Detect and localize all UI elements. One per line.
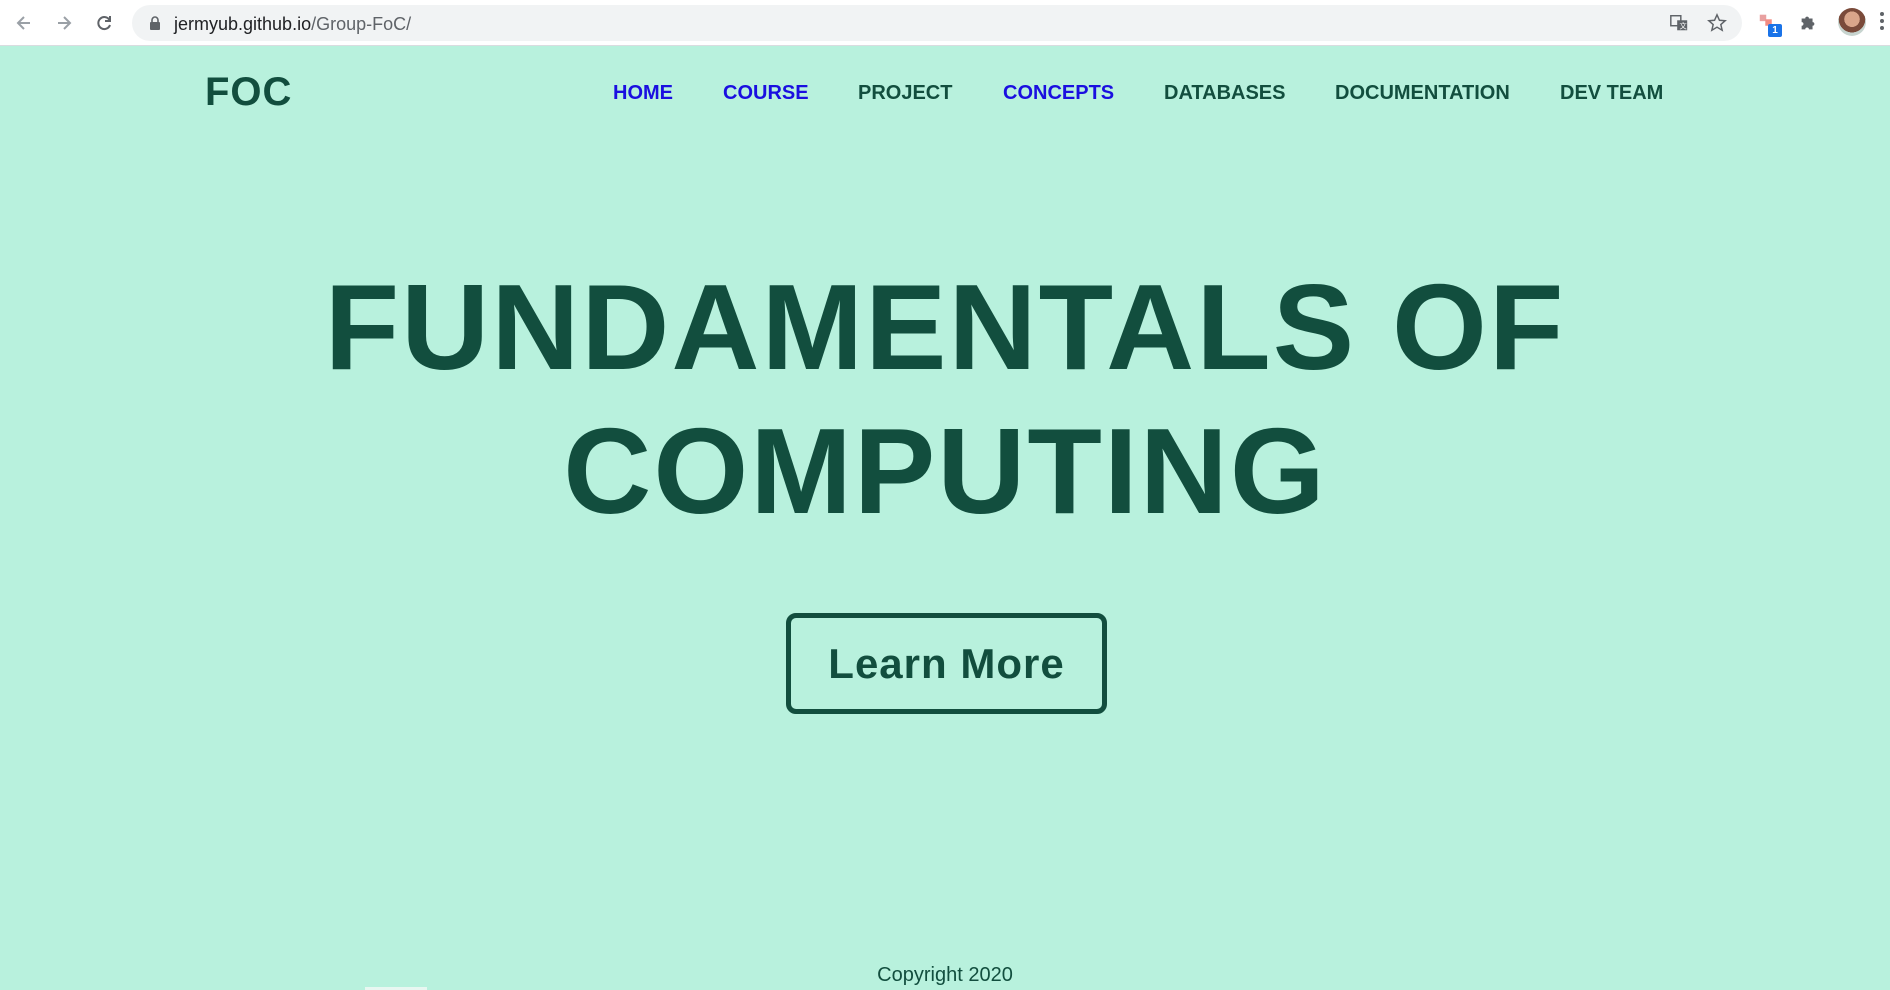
svg-text:文: 文 [1679,21,1687,30]
footer-copyright: Copyright 2020 [877,964,1013,986]
menu-icon[interactable] [1880,12,1886,34]
lock-icon[interactable] [148,16,162,30]
hero-title: FUNDAMENTALS OF COMPUTING [0,255,1890,543]
star-icon[interactable] [1706,12,1728,34]
reload-icon[interactable] [90,9,118,37]
hero-title-line-2: COMPUTING [563,403,1327,539]
nav-home[interactable]: HOME [613,82,673,105]
url-text[interactable]: jermyub.github.io/Group-FoC/ [174,14,411,35]
forward-icon[interactable] [50,9,78,37]
avatar[interactable] [1838,8,1866,36]
address-bar[interactable]: jermyub.github.io/Group-FoC/ 文 [132,5,1742,41]
nav-project[interactable]: PROJECT [858,82,952,105]
translate-icon[interactable]: 文 [1668,12,1690,34]
nav-dev-team[interactable]: DEV TEAM [1560,82,1663,105]
extension-badge-count: 1 [1768,24,1782,37]
back-icon[interactable] [10,9,38,37]
main-nav: HOME COURSE PROJECT CONCEPTS DATABASES D… [0,82,1890,108]
nav-databases[interactable]: DATABASES [1164,82,1285,105]
nav-documentation[interactable]: DOCUMENTATION [1335,82,1510,105]
extension-badge-icon[interactable]: 1 [1756,10,1782,37]
hero-title-line-1: FUNDAMENTALS OF [324,259,1566,395]
browser-toolbar: jermyub.github.io/Group-FoC/ 文 1 [0,0,1890,46]
url-path: /Group-FoC/ [311,14,412,34]
url-domain: jermyub.github.io [174,14,312,34]
nav-concepts[interactable]: CONCEPTS [1003,82,1114,105]
puzzle-icon[interactable] [1795,10,1821,36]
nav-course[interactable]: COURSE [723,82,809,105]
learn-more-button[interactable]: Learn More [786,613,1107,714]
